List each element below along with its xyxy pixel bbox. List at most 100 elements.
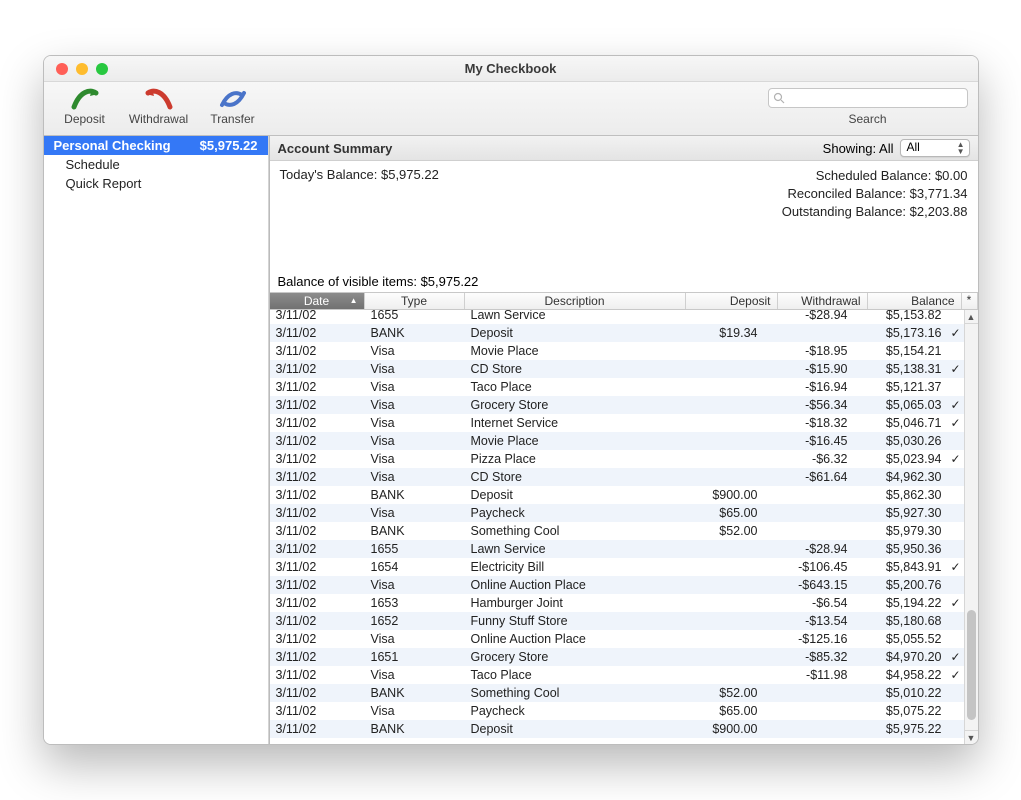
deposit-icon <box>68 86 102 112</box>
cell-date: 3/11/02 <box>270 470 365 484</box>
table-row[interactable]: 3/11/021652Funny Stuff Store-$13.54$5,18… <box>270 612 964 630</box>
cell-date: 3/11/02 <box>270 452 365 466</box>
table-row[interactable]: 3/11/02BANKDeposit$19.34$5,173.16 <box>270 324 964 342</box>
cell-balance: $5,979.30 <box>854 524 948 538</box>
cell-date: 3/11/02 <box>270 524 365 538</box>
cell-reconciled-check <box>948 416 964 430</box>
scroll-down-icon[interactable]: ▼ <box>965 730 978 744</box>
cell-type: Visa <box>365 344 465 358</box>
sidebar-account[interactable]: Personal Checking $5,975.22 <box>44 136 268 155</box>
minimize-icon[interactable] <box>76 63 88 75</box>
cell-type: BANK <box>365 326 465 340</box>
chevron-updown-icon: ▲▼ <box>957 141 965 155</box>
cell-withdrawal: -$16.94 <box>764 380 854 394</box>
table-row[interactable]: 3/11/02VisaCD Store-$15.90$5,138.31 <box>270 360 964 378</box>
summary-header: Account Summary Showing: All All ▲▼ <box>270 136 978 161</box>
table-row[interactable]: 3/11/02VisaCD Store-$61.64$4,962.30 <box>270 468 964 486</box>
showing-select[interactable]: All ▲▼ <box>900 139 970 157</box>
cell-description: Internet Service <box>465 416 672 430</box>
table-row[interactable]: 3/11/02VisaTaco Place-$16.94$5,121.37 <box>270 378 964 396</box>
col-reconciled[interactable]: * <box>962 293 978 309</box>
deposit-button[interactable]: Deposit <box>54 86 116 126</box>
cell-balance: $5,138.31 <box>854 362 948 376</box>
table-row[interactable]: 3/11/021655Lawn Service-$28.94$5,153.82 <box>270 310 964 324</box>
sidebar-item-quick-report[interactable]: Quick Report <box>44 174 268 193</box>
table-header: Date Type Description Deposit Withdrawal… <box>270 292 978 310</box>
table-row[interactable]: 3/11/02BANKDeposit$900.00$5,862.30 <box>270 486 964 504</box>
cell-balance: $5,075.22 <box>854 704 948 718</box>
cell-type: BANK <box>365 686 465 700</box>
col-balance[interactable]: Balance <box>868 293 962 309</box>
close-icon[interactable] <box>56 63 68 75</box>
visible-items-balance: Balance of visible items: $5,975.22 <box>270 274 978 292</box>
sidebar-item-schedule[interactable]: Schedule <box>44 155 268 174</box>
table-row[interactable]: 3/11/021651Grocery Store-$85.32$4,970.20 <box>270 648 964 666</box>
cell-deposit: $52.00 <box>672 524 764 538</box>
cell-description: CD Store <box>465 470 672 484</box>
cell-date: 3/11/02 <box>270 344 365 358</box>
titlebar: My Checkbook <box>44 56 978 82</box>
scrollbar[interactable]: ▲ ▼ <box>964 310 978 744</box>
cell-balance: $5,950.36 <box>854 542 948 556</box>
cell-description: Deposit <box>465 722 672 736</box>
sidebar-account-name: Personal Checking <box>54 138 171 153</box>
toolbar: Deposit Withdrawal Transfer <box>44 82 978 136</box>
table-row[interactable]: 3/11/02VisaMovie Place-$16.45$5,030.26 <box>270 432 964 450</box>
traffic-lights <box>44 63 108 75</box>
table-row[interactable]: 3/11/02VisaMovie Place-$18.95$5,154.21 <box>270 342 964 360</box>
table-row[interactable]: 3/11/02VisaPizza Place-$6.32$5,023.94 <box>270 450 964 468</box>
cell-deposit: $900.00 <box>672 488 764 502</box>
table-row[interactable]: 3/11/021654Electricity Bill-$106.45$5,84… <box>270 558 964 576</box>
table-row[interactable]: 3/11/02VisaPaycheck$65.00$5,927.30 <box>270 504 964 522</box>
window-title: My Checkbook <box>44 61 978 76</box>
withdrawal-button[interactable]: Withdrawal <box>128 86 190 126</box>
table-row[interactable]: 3/11/02BANKSomething Cool$52.00$5,010.22 <box>270 684 964 702</box>
table-row[interactable]: 3/11/02VisaPaycheck$65.00$5,075.22 <box>270 702 964 720</box>
cell-description: Paycheck <box>465 506 672 520</box>
cell-balance: $5,010.22 <box>854 686 948 700</box>
col-withdrawal[interactable]: Withdrawal <box>778 293 868 309</box>
zoom-icon[interactable] <box>96 63 108 75</box>
cell-reconciled-check <box>948 398 964 412</box>
cell-date: 3/11/02 <box>270 488 365 502</box>
sidebar: Personal Checking $5,975.22 Schedule Qui… <box>44 136 269 744</box>
col-description[interactable]: Description <box>465 293 686 309</box>
cell-description: Grocery Store <box>465 650 672 664</box>
table-row[interactable]: 3/11/021653Hamburger Joint-$6.54$5,194.2… <box>270 594 964 612</box>
table-row[interactable]: 3/11/02VisaInternet Service-$18.32$5,046… <box>270 414 964 432</box>
cell-withdrawal: -$11.98 <box>764 668 854 682</box>
cell-date: 3/11/02 <box>270 632 365 646</box>
table-row[interactable]: 3/11/02VisaGrocery Store-$56.34$5,065.03 <box>270 396 964 414</box>
table-row[interactable]: 3/11/02VisaOnline Auction Place-$125.16$… <box>270 630 964 648</box>
cell-reconciled-check <box>948 668 964 682</box>
search-input[interactable] <box>768 88 968 108</box>
cell-balance: $4,962.30 <box>854 470 948 484</box>
col-type[interactable]: Type <box>365 293 465 309</box>
transfer-button[interactable]: Transfer <box>202 86 264 126</box>
cell-balance: $4,958.22 <box>854 668 948 682</box>
cell-reconciled-check <box>948 362 964 376</box>
cell-date: 3/11/02 <box>270 434 365 448</box>
cell-balance: $5,153.82 <box>854 310 948 322</box>
cell-reconciled-check <box>948 452 964 466</box>
cell-reconciled-check <box>948 560 964 574</box>
col-date[interactable]: Date <box>270 293 365 309</box>
cell-type: 1652 <box>365 614 465 628</box>
cell-date: 3/11/02 <box>270 362 365 376</box>
cell-type: Visa <box>365 704 465 718</box>
col-deposit[interactable]: Deposit <box>686 293 778 309</box>
cell-date: 3/11/02 <box>270 704 365 718</box>
cell-date: 3/11/02 <box>270 668 365 682</box>
cell-type: Visa <box>365 578 465 592</box>
cell-type: Visa <box>365 632 465 646</box>
table-row[interactable]: 3/11/02BANKSomething Cool$52.00$5,979.30 <box>270 522 964 540</box>
cell-date: 3/11/02 <box>270 310 365 322</box>
scroll-up-icon[interactable]: ▲ <box>965 310 978 324</box>
table-row[interactable]: 3/11/02VisaTaco Place-$11.98$4,958.22 <box>270 666 964 684</box>
scroll-thumb[interactable] <box>967 610 976 720</box>
cell-type: BANK <box>365 524 465 538</box>
cell-reconciled-check <box>948 326 964 340</box>
table-row[interactable]: 3/11/02VisaOnline Auction Place-$643.15$… <box>270 576 964 594</box>
table-row[interactable]: 3/11/02BANKDeposit$900.00$5,975.22 <box>270 720 964 738</box>
table-row[interactable]: 3/11/021655Lawn Service-$28.94$5,950.36 <box>270 540 964 558</box>
